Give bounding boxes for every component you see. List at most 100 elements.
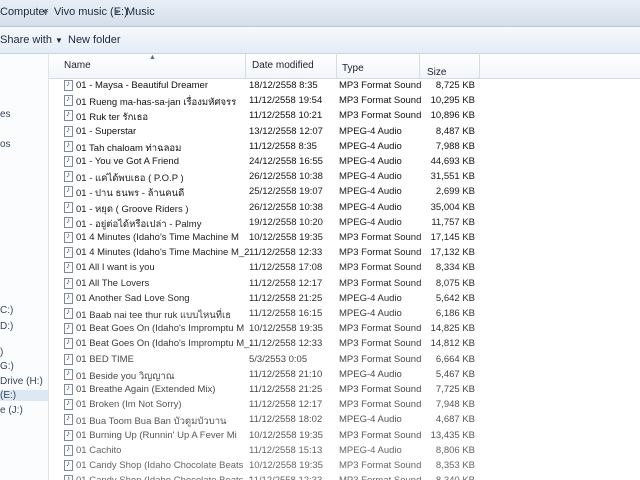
file-date-modified: 5/3/2553 0:05 <box>249 353 308 365</box>
file-type: MP3 Format Sound <box>339 262 422 274</box>
file-size: 44,693 KB <box>430 156 475 167</box>
nav-item[interactable]: os <box>0 139 11 150</box>
audio-file-icon <box>64 170 73 183</box>
file-date-modified: 11/12/2558 17:08 <box>249 262 323 274</box>
file-type: MP3 Format Sound <box>339 429 422 441</box>
file-row[interactable]: 01 - อยู่ต่อได้หรือเปล่า - Palmy19/12/25… <box>49 215 640 230</box>
audio-file-icon <box>64 307 73 319</box>
nav-item[interactable]: G:) <box>0 361 14 372</box>
file-date-modified: 11/12/2558 12:33 <box>249 338 323 350</box>
column-name[interactable]: Name <box>64 60 91 71</box>
column-divider[interactable] <box>336 54 337 78</box>
audio-file-icon <box>64 261 73 274</box>
file-date-modified: 11/12/2558 12:17 <box>249 277 323 289</box>
file-size: 8,725 KB <box>435 80 475 91</box>
file-size: 10,295 KB <box>430 95 475 107</box>
file-row[interactable]: 01 Beat Goes On (Idaho's Impromptu M 10/1… <box>49 321 640 336</box>
column-divider[interactable] <box>245 54 246 78</box>
nav-item[interactable]: C:) <box>0 305 13 316</box>
file-date-modified: 13/12/2558 12:07 <box>249 125 323 137</box>
file-size: 8,806 KB <box>435 444 475 456</box>
file-size: 6,664 KB <box>435 353 475 365</box>
file-row[interactable]: 01 All The Lovers 11/12/2558 12:17 MP3 For… <box>49 276 640 291</box>
file-date-modified: 11/12/2558 18:02 <box>249 414 323 426</box>
audio-file-icon <box>64 444 73 456</box>
explorer-window: Computer ▸ Vivo music (E:) ▸ Music Share… <box>0 0 640 480</box>
new-folder-button[interactable]: New folder <box>68 34 121 46</box>
audio-file-icon <box>64 246 73 259</box>
column-type[interactable]: Type <box>342 63 364 74</box>
file-row[interactable]: 01 Baab nai tee thur ruk แบบไหนที่เธ11/1… <box>49 306 640 321</box>
nav-item-selected[interactable]: (E:) <box>0 390 48 401</box>
file-size: 4,687 KB <box>435 414 475 426</box>
file-list: ▲ Name Date modified Type Size 01 - Mays… <box>49 54 640 480</box>
file-date-modified: 11/12/2558 12:17 <box>249 399 323 411</box>
file-date-modified: 11/12/2558 10:21 <box>249 110 323 122</box>
file-row[interactable]: 01 All I want is you 11/12/2558 17:08 MP3 … <box>49 260 640 275</box>
file-row[interactable]: 01 Burning Up (Runnin' Up A Fever Mi 10/1… <box>49 428 640 443</box>
chevron-right-icon[interactable]: ▸ <box>116 6 121 17</box>
column-size[interactable]: Size <box>427 67 446 78</box>
file-type: MP3 Format Sound <box>339 399 422 411</box>
nav-item[interactable]: ) <box>0 347 3 358</box>
file-name: 01 Cachito <box>76 444 122 456</box>
file-row[interactable]: 01 Cachito 11/12/2558 15:13 MPEG-4 Audio 8,… <box>49 443 640 458</box>
audio-file-icon <box>64 368 73 380</box>
audio-file-icon <box>64 79 73 91</box>
chevron-right-icon[interactable]: ▸ <box>44 6 49 17</box>
file-row[interactable]: 01 - แค่ได้พบเธอ ( P.O.P )26/12/2558 10:… <box>49 169 640 184</box>
audio-file-icon <box>64 413 73 426</box>
command-bar: Share with ▼ New folder <box>0 27 640 54</box>
file-name: 01 - Maysa - Beautiful Dreamer <box>76 80 208 91</box>
file-row[interactable]: 01 Tah chaloam ท่าฉลอม11/12/2558 8:35MPE… <box>49 139 640 154</box>
breadcrumb-computer[interactable]: Computer <box>0 6 48 18</box>
file-row[interactable]: 01 Broken (Im Not Sorry) 11/12/2558 12:17… <box>49 397 640 412</box>
file-row[interactable]: 01 Candy Shop (Idaho Chocolate Beats_211… <box>49 473 640 480</box>
address-bar[interactable]: Computer ▸ Vivo music (E:) ▸ Music <box>0 0 640 27</box>
audio-file-icon <box>64 201 73 213</box>
file-row[interactable]: 01 Bua Toom Bua Ban บัวตูมบัวบาน11/12/25… <box>49 412 640 427</box>
audio-file-icon <box>64 398 73 411</box>
column-date-modified[interactable]: Date modified <box>252 60 314 71</box>
file-row[interactable]: 01 - Superstar 13/12/2558 12:07 MPEG-4 Aud… <box>49 124 640 139</box>
file-row[interactable]: 01 Breathe Again (Extended Mix) 11/12/255… <box>49 382 640 397</box>
file-row[interactable]: 01 BED TIME 5/3/2553 0:05 MP3 Format Sound… <box>49 352 640 367</box>
file-type: MP3 Format Sound <box>339 323 422 335</box>
file-name: 01 Breathe Again (Extended Mix) <box>76 384 216 395</box>
dropdown-arrow-icon: ▼ <box>55 36 63 45</box>
file-row[interactable]: 01 4 Minutes (Idaho's Time Machine M 10/1… <box>49 230 640 245</box>
nav-item[interactable]: es <box>0 109 11 120</box>
file-row[interactable]: 01 4 Minutes (Idaho's Time Machine M_211… <box>49 245 640 260</box>
file-date-modified: 25/12/2558 19:07 <box>249 186 323 198</box>
file-size: 8,075 KB <box>435 277 475 289</box>
file-row[interactable]: 01 - หยุด ( Groove Riders )26/12/2558 10… <box>49 200 640 215</box>
file-type: MPEG-4 Audio <box>339 186 402 198</box>
file-size: 8,340 KB <box>421 475 475 480</box>
file-row[interactable]: 01 Another Sad Love Song 11/12/2558 21:25… <box>49 291 640 306</box>
column-divider[interactable] <box>479 54 480 78</box>
file-row[interactable]: 01 - Maysa - Beautiful Dreamer 18/12/2558… <box>49 78 640 93</box>
file-type: MPEG-4 Audio <box>339 216 402 228</box>
nav-item[interactable]: e (J:) <box>0 405 23 416</box>
file-row[interactable]: 01 Candy Shop (Idaho Chocolate Beats 10/1… <box>49 458 640 473</box>
file-type: MP3 Format Sound <box>339 232 422 243</box>
nav-item[interactable]: Drive (H:) <box>0 376 43 387</box>
breadcrumb-music[interactable]: Music <box>126 6 155 18</box>
file-row[interactable]: 01 Beside you วิญญาณ11/12/2558 21:10MPEG… <box>49 367 640 382</box>
audio-file-icon <box>64 353 73 365</box>
file-row[interactable]: 01 - ปาน ธนพร - ล้านคนดี25/12/2558 19:07… <box>49 184 640 199</box>
file-type: MPEG-4 Audio <box>339 414 402 426</box>
nav-item[interactable]: D:) <box>0 321 13 332</box>
file-size: 2,699 KB <box>435 186 475 198</box>
file-row[interactable]: 01 Rueng ma-has-sa-jan เรื่องมหัศจรร11/1… <box>49 93 640 108</box>
file-name: 01 - Superstar <box>76 125 137 137</box>
column-divider[interactable] <box>419 54 420 78</box>
file-row[interactable]: 01 - You ve Got A Friend 24/12/2558 16:55… <box>49 154 640 169</box>
audio-file-icon <box>64 125 73 137</box>
file-date-modified: 11/12/2558 21:25 <box>249 292 323 304</box>
file-row[interactable]: 01 Ruk ter รักเธอ11/12/2558 10:21MP3 For… <box>49 108 640 123</box>
audio-file-icon <box>64 459 73 471</box>
file-row[interactable]: 01 Beat Goes On (Idaho's Impromptu M_211… <box>49 336 640 351</box>
file-name: 01 All The Lovers <box>76 277 150 289</box>
share-with-button[interactable]: Share with ▼ <box>0 34 63 46</box>
